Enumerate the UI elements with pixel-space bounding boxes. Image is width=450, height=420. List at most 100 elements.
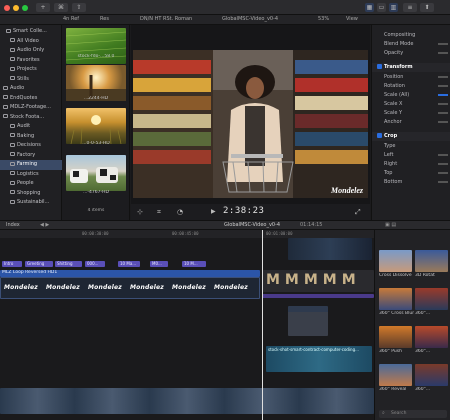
inspector-row[interactable]: Right	[372, 160, 450, 169]
crop-tool-icon[interactable]: ⌗	[157, 208, 161, 217]
sidebar-item-factory[interactable]: Factory	[0, 151, 62, 161]
section-crop[interactable]: Crop	[372, 132, 450, 141]
value-slider[interactable]	[438, 94, 448, 96]
coding-clip[interactable]: stock-shot-smart-contract-computer-codin…	[266, 346, 372, 372]
value-slider[interactable]	[438, 76, 448, 78]
effect-thumbnail[interactable]	[379, 250, 412, 272]
inspector-toggle-icon[interactable]: ▥	[389, 3, 398, 12]
effect-thumbnail[interactable]	[379, 326, 412, 348]
timeline-toggle-icon[interactable]: ▭	[377, 3, 386, 12]
marker-tag[interactable]: Shitting	[55, 261, 82, 267]
timecode-display[interactable]: 2:38:23	[223, 206, 264, 216]
inspector-row[interactable]: Scale Y	[372, 109, 450, 118]
effect-thumbnail[interactable]	[415, 288, 448, 310]
play-button[interactable]: ▶	[211, 208, 216, 215]
connected-clip[interactable]	[288, 238, 372, 260]
inspector-row[interactable]: Bottom	[372, 178, 450, 187]
zoom-level[interactable]: 53%	[318, 16, 329, 22]
marker-tag[interactable]: 000...	[85, 261, 105, 267]
marker-tag[interactable]: 10 M...	[182, 261, 206, 267]
sidebar-item-audio[interactable]: Audio	[0, 84, 62, 94]
browser-toggle-icon[interactable]: ▦	[365, 3, 374, 12]
close-window-button[interactable]	[4, 5, 10, 11]
share-button[interactable]: ⇧	[72, 3, 86, 12]
marker-tag[interactable]: Intro	[2, 261, 22, 267]
keywords-button[interactable]: ⌘	[54, 3, 68, 12]
marker-tag[interactable]: Greeting	[25, 261, 53, 267]
index-button[interactable]: Index	[6, 222, 20, 228]
inspector-row[interactable]: Anchor	[372, 118, 450, 127]
sidebar-item-smart-collections[interactable]: Smart Colle...	[0, 27, 62, 37]
inspector-row[interactable]: Rotation	[372, 82, 450, 91]
value-slider[interactable]	[438, 52, 448, 54]
inspector-row[interactable]: Left	[372, 151, 450, 160]
fullscreen-icon[interactable]: ⤢	[355, 208, 361, 217]
sidebar-item-farming[interactable]: Farming	[0, 160, 62, 170]
inspector-row[interactable]: Position	[372, 73, 450, 82]
speed-icon[interactable]: ◔	[177, 208, 183, 216]
sidebar-item-favorites[interactable]: Favorites	[0, 56, 62, 66]
sidebar-item-sustainability[interactable]: Sustainabil...	[0, 198, 62, 208]
clip-thumbnail[interactable]	[66, 108, 126, 144]
inspector-row[interactable]: Type	[372, 142, 450, 151]
sidebar-item-stills[interactable]: Stills	[0, 75, 62, 85]
sidebar-item-shopping[interactable]: Shopping	[0, 189, 62, 199]
clip-thumbnail[interactable]	[66, 155, 126, 191]
value-slider[interactable]	[438, 112, 448, 114]
minimize-window-button[interactable]	[13, 5, 19, 11]
view-menu[interactable]: View	[346, 16, 358, 22]
sidebar-item-endquotes[interactable]: EndQuotes	[0, 94, 62, 104]
effect-thumbnail[interactable]	[379, 364, 412, 386]
checkbox-icon[interactable]	[377, 133, 382, 138]
inspector-icon[interactable]: ≡	[403, 3, 417, 12]
sidebar-item-audio-only[interactable]: Audio Only	[0, 46, 62, 56]
lower-connected-clip[interactable]: stock_shot-...	[288, 306, 328, 336]
audio-strip[interactable]	[262, 294, 374, 298]
playhead[interactable]	[262, 230, 263, 420]
timeline-ruler[interactable]: 00:00:30:00 00:00:45:00 00:01:00:00	[0, 230, 374, 238]
video-frame[interactable]: Mondelez	[133, 50, 368, 198]
zoom-window-button[interactable]	[22, 5, 28, 11]
sidebar-item-stock-footage[interactable]: Stock Foota...	[0, 113, 62, 123]
sidebar-item-mdlz-footage[interactable]: MDLZ-Footage...	[0, 103, 62, 113]
primary-storyline[interactable]	[0, 388, 374, 414]
logo-clip[interactable]: MMMMM	[262, 270, 374, 292]
inspector-row[interactable]: Top	[372, 169, 450, 178]
value-slider[interactable]	[438, 163, 448, 165]
sidebar-item-baking[interactable]: Baking	[0, 132, 62, 142]
value-slider[interactable]	[438, 154, 448, 156]
effect-thumbnail[interactable]	[415, 364, 448, 386]
inspector-row[interactable]: Opacity	[372, 49, 450, 58]
sidebar-item-decisions[interactable]: Decisions	[0, 141, 62, 151]
inspector-row[interactable]: Blend Mode	[372, 40, 450, 49]
sidebar-item-people[interactable]: People	[0, 179, 62, 189]
share-export-icon[interactable]: ⬆	[420, 3, 434, 12]
effect-thumbnail[interactable]	[415, 250, 448, 272]
timeline-project-name[interactable]: GlobalMSC-Video_v0-4	[224, 222, 280, 228]
inspector-row[interactable]: Scale (All)	[372, 91, 450, 100]
marker-tag[interactable]: 10 Ma...	[118, 261, 140, 267]
value-slider[interactable]	[438, 172, 448, 174]
inspector-row[interactable]: Scale X	[372, 100, 450, 109]
marker-tag[interactable]: M0...	[150, 261, 168, 267]
value-slider[interactable]	[438, 85, 448, 87]
sidebar-item-projects[interactable]: Projects	[0, 65, 62, 75]
value-slider[interactable]	[438, 121, 448, 123]
back-icon[interactable]: ◀ ▶	[40, 222, 49, 228]
tab-label[interactable]: 4n Ref	[63, 16, 79, 22]
value-slider[interactable]	[438, 43, 448, 45]
value-slider[interactable]	[438, 181, 448, 183]
search-field[interactable]: ⌕ Search	[379, 410, 447, 418]
effects-browser-icon[interactable]: ▣ ▤	[385, 222, 396, 228]
checkbox-icon[interactable]	[377, 64, 382, 69]
sidebar-item-logistics[interactable]: Logistics	[0, 170, 62, 180]
import-button[interactable]: +	[36, 3, 50, 12]
sidebar-item-all-video[interactable]: All Video	[0, 37, 62, 47]
transform-tool-icon[interactable]: ⊹	[137, 208, 143, 216]
effect-thumbnail[interactable]	[415, 326, 448, 348]
effect-thumbnail[interactable]	[379, 288, 412, 310]
value-slider[interactable]	[438, 103, 448, 105]
sidebar-item-audit[interactable]: Audit	[0, 122, 62, 132]
section-transform[interactable]: Transform	[372, 63, 450, 72]
title-clip[interactable]: MLZ Loop Reversed HD1	[0, 270, 260, 277]
